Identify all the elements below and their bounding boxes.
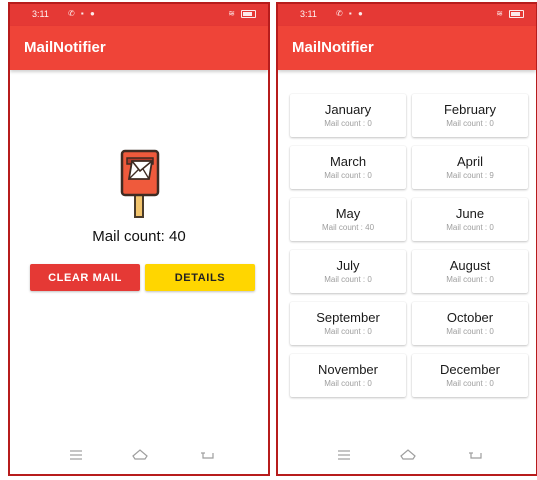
month-mail-count: Mail count : 0 — [324, 275, 372, 284]
status-time: 3:11 — [32, 9, 49, 19]
status-icons: ≋ — [496, 9, 524, 18]
mailbox-icon — [120, 149, 160, 218]
month-mail-count: Mail count : 0 — [324, 379, 372, 388]
month-card-june[interactable]: June Mail count : 0 — [412, 198, 528, 241]
month-mail-count: Mail count : 0 — [446, 379, 494, 388]
back-icon[interactable] — [200, 448, 216, 462]
month-card-october[interactable]: October Mail count : 0 — [412, 302, 528, 345]
month-card-april[interactable]: April Mail count : 9 — [412, 146, 528, 189]
month-mail-count: Mail count : 0 — [324, 119, 372, 128]
battery-icon — [241, 9, 256, 18]
notification-icons: ✆ ▪ ● — [336, 9, 365, 18]
month-card-august[interactable]: August Mail count : 0 — [412, 250, 528, 293]
month-card-january[interactable]: January Mail count : 0 — [290, 94, 406, 137]
month-name: January — [324, 102, 372, 117]
phone-screen-details: 3:11 ✆ ▪ ● ≋ MailNotifier January Mail c… — [276, 2, 537, 476]
month-name: April — [456, 154, 483, 169]
details-button[interactable]: DETAILS — [145, 264, 255, 291]
mail-count-label: Mail count: 40 — [92, 228, 186, 245]
month-card-may[interactable]: May Mail count : 40 — [290, 198, 406, 241]
month-name: March — [329, 154, 367, 169]
app-title: MailNotifier — [292, 39, 374, 56]
month-name: July — [336, 258, 360, 273]
month-card-march[interactable]: March Mail count : 0 — [290, 146, 406, 189]
battery-icon — [509, 9, 524, 18]
status-bar: 3:11 ✆ ▪ ● ≋ — [278, 4, 536, 26]
navigation-bar — [278, 438, 536, 474]
clear-mail-button[interactable]: CLEAR MAIL — [30, 264, 140, 291]
month-mail-count: Mail count : 0 — [446, 275, 494, 284]
phone-screen-home: 3:11 ✆ ▪ ● ≋ MailNotifier Mail count: 40… — [8, 2, 270, 476]
menu-icon[interactable] — [336, 448, 352, 462]
month-name: May — [335, 206, 361, 221]
month-name: October — [446, 310, 494, 325]
month-mail-count: Mail count : 0 — [446, 223, 494, 232]
status-bar: 3:11 ✆ ▪ ● ≋ — [10, 4, 268, 26]
app-bar: MailNotifier — [278, 26, 536, 70]
wifi-icon: ≋ — [228, 9, 235, 18]
month-card-december[interactable]: December Mail count : 0 — [412, 354, 528, 397]
navigation-bar — [10, 438, 268, 474]
menu-icon[interactable] — [68, 448, 84, 462]
back-icon[interactable] — [468, 448, 484, 462]
status-icons: ≋ — [228, 9, 256, 18]
app-bar: MailNotifier — [10, 26, 268, 70]
month-mail-count: Mail count : 0 — [324, 327, 372, 336]
month-name: November — [318, 362, 378, 377]
month-name: June — [455, 206, 485, 221]
month-mail-count: Mail count : 0 — [446, 327, 494, 336]
month-mail-count: Mail count : 40 — [321, 223, 375, 232]
month-name: December — [440, 362, 500, 377]
status-time: 3:11 — [300, 9, 317, 19]
month-card-september[interactable]: September Mail count : 0 — [290, 302, 406, 345]
home-icon[interactable] — [132, 448, 148, 462]
month-mail-count: Mail count : 0 — [324, 171, 372, 180]
month-mail-count: Mail count : 0 — [446, 119, 494, 128]
month-name: September — [316, 310, 380, 325]
wifi-icon: ≋ — [496, 9, 503, 18]
notification-icons: ✆ ▪ ● — [68, 9, 97, 18]
home-icon[interactable] — [400, 448, 416, 462]
month-name: August — [449, 258, 491, 273]
month-mail-count: Mail count : 9 — [446, 171, 494, 180]
app-title: MailNotifier — [24, 39, 106, 56]
month-card-february[interactable]: February Mail count : 0 — [412, 94, 528, 137]
month-card-november[interactable]: November Mail count : 0 — [290, 354, 406, 397]
month-card-july[interactable]: July Mail count : 0 — [290, 250, 406, 293]
month-name: February — [443, 102, 497, 117]
